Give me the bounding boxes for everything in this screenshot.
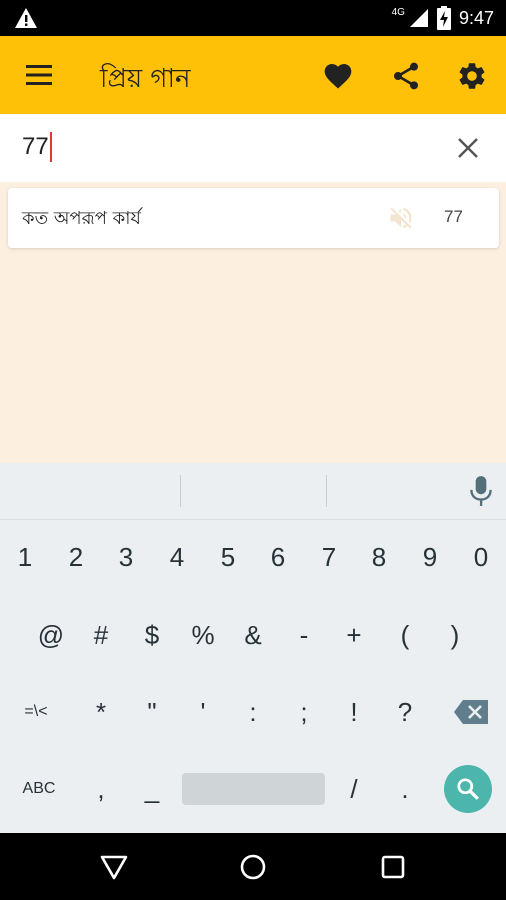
search-icon (457, 778, 479, 800)
keyboard: 1 2 3 4 5 6 7 8 9 0 @ # $ % & - + ( ) =\… (0, 463, 506, 833)
search-key[interactable] (444, 765, 492, 813)
key-comma[interactable]: , (76, 759, 126, 819)
key-double-quote[interactable]: " (127, 682, 177, 742)
spacebar[interactable] (182, 773, 325, 805)
key-semicolon[interactable]: ; (279, 682, 329, 742)
key-ampersand[interactable]: & (228, 605, 278, 665)
network-type: 4G (391, 6, 405, 18)
song-title: কত অপরূপ কার্য (22, 208, 141, 229)
key-exclamation[interactable]: ! (329, 682, 379, 742)
key-3[interactable]: 3 (101, 527, 151, 587)
microphone-icon[interactable] (468, 475, 494, 507)
heart-icon[interactable] (322, 60, 354, 92)
key-9[interactable]: 9 (405, 527, 455, 587)
search-bar: 77 (0, 114, 506, 182)
backspace-icon (454, 700, 488, 724)
key-abc[interactable]: ABC (14, 759, 64, 819)
key-plus[interactable]: + (329, 605, 379, 665)
key-open-paren[interactable]: ( (380, 605, 430, 665)
key-close-paren[interactable]: ) (430, 605, 480, 665)
key-more-symbols[interactable]: =\< (11, 682, 61, 742)
key-8[interactable]: 8 (354, 527, 404, 587)
battery-charging-icon (436, 6, 451, 30)
app-bar: প্রিয় গান (0, 36, 506, 114)
key-minus[interactable]: - (279, 605, 329, 665)
key-5[interactable]: 5 (203, 527, 253, 587)
key-6[interactable]: 6 (253, 527, 303, 587)
suggestion-strip (0, 463, 506, 520)
list-item[interactable]: কত অপরূপ কার্য 77 (8, 188, 499, 248)
warning-icon (15, 8, 37, 28)
suggestion-divider (180, 475, 181, 507)
home-circle-icon[interactable] (237, 851, 269, 883)
key-period[interactable]: . (380, 759, 430, 819)
key-dollar[interactable]: $ (127, 605, 177, 665)
key-7[interactable]: 7 (304, 527, 354, 587)
key-question[interactable]: ? (380, 682, 430, 742)
back-triangle-icon[interactable] (98, 851, 130, 883)
settings-gear-icon[interactable] (456, 60, 488, 92)
search-input[interactable]: 77 (22, 132, 52, 162)
backspace-key[interactable] (446, 682, 496, 742)
key-slash[interactable]: / (329, 759, 379, 819)
key-single-quote[interactable]: ' (178, 682, 228, 742)
navigation-bar (0, 833, 506, 900)
key-2[interactable]: 2 (51, 527, 101, 587)
key-asterisk[interactable]: * (76, 682, 126, 742)
clear-icon[interactable] (456, 136, 480, 160)
suggestion-divider (326, 475, 327, 507)
key-1[interactable]: 1 (0, 527, 50, 587)
key-underscore[interactable]: _ (127, 759, 177, 819)
key-colon[interactable]: : (228, 682, 278, 742)
key-at[interactable]: @ (26, 605, 76, 665)
key-4[interactable]: 4 (152, 527, 202, 587)
menu-icon[interactable] (24, 62, 54, 88)
results-list: কত অপরূপ কার্য 77 (8, 188, 499, 248)
volume-off-icon[interactable] (386, 204, 416, 232)
search-input-value: 77 (22, 133, 49, 160)
text-cursor (49, 132, 52, 162)
key-hash[interactable]: # (76, 605, 126, 665)
key-0[interactable]: 0 (456, 527, 506, 587)
signal-icon (409, 9, 428, 27)
song-number: 77 (444, 207, 463, 226)
page-title: প্রিয় গান (100, 64, 191, 94)
share-icon[interactable] (390, 60, 422, 92)
key-percent[interactable]: % (178, 605, 228, 665)
status-bar: 4G 9:47 (0, 0, 506, 36)
recents-square-icon[interactable] (377, 851, 409, 883)
clock: 9:47 (458, 7, 494, 28)
